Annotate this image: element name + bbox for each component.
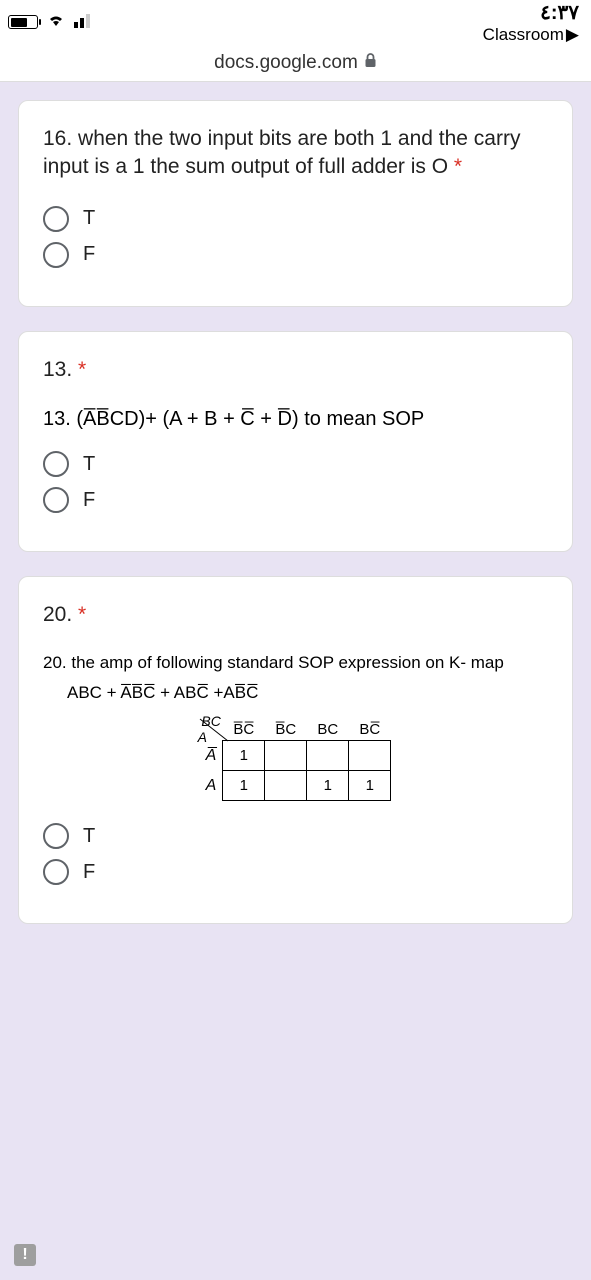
kmap-cell: 1	[223, 771, 265, 801]
kmap-cell: 1	[349, 771, 391, 801]
option-label: F	[83, 861, 95, 884]
kmap-cell: 1	[307, 771, 349, 801]
option-label: T	[83, 453, 95, 476]
error-badge-icon[interactable]: !	[14, 1244, 36, 1266]
required-star: *	[454, 155, 462, 178]
app-name-label: Classroom	[483, 25, 564, 45]
q13-expression: 13. (A̅B̅CD)+ (A + B + C̅ + D̅) to mean …	[43, 408, 548, 431]
question-title: 16. when the two input bits are both 1 a…	[43, 125, 548, 182]
kmap-cell	[349, 741, 391, 771]
kmap-cell	[265, 741, 307, 771]
question-card-16: 16. when the two input bits are both 1 a…	[18, 100, 573, 307]
required-star: *	[78, 358, 86, 381]
kmap-cell	[307, 741, 349, 771]
q20-title: 20.	[43, 603, 72, 626]
kmap-corner-a: A	[198, 729, 207, 745]
radio-icon	[43, 823, 69, 849]
status-right: ٤:٣٧ Classroom ▶	[483, 0, 579, 45]
q13-title: 13.	[43, 358, 72, 381]
radio-option-t[interactable]: T	[43, 206, 548, 232]
radio-icon	[43, 487, 69, 513]
radio-option-t[interactable]: T	[43, 823, 548, 849]
kmap-cell: 1	[223, 741, 265, 771]
required-star: *	[78, 603, 86, 626]
option-label: T	[83, 207, 95, 230]
question-title: 20. *	[43, 601, 548, 629]
back-to-app[interactable]: Classroom ▶	[483, 25, 579, 45]
kmap-cell	[265, 771, 307, 801]
signal-icon	[74, 12, 96, 33]
radio-option-f[interactable]: F	[43, 487, 548, 513]
radio-option-t[interactable]: T	[43, 451, 548, 477]
kmap-row-1: A	[200, 771, 223, 801]
status-bar: ٤:٣٧ Classroom ▶	[0, 0, 591, 44]
kmap-col-2: BC	[307, 719, 349, 741]
q20-text: 20. the amp of following standard SOP ex…	[43, 653, 548, 673]
kmap-row-0: A̅	[200, 741, 223, 771]
q16-text: 16. when the two input bits are both 1 a…	[43, 127, 520, 178]
wifi-icon	[46, 12, 66, 33]
lock-icon	[364, 52, 377, 74]
question-title: 13. *	[43, 356, 548, 384]
radio-option-f[interactable]: F	[43, 859, 548, 885]
play-icon: ▶	[566, 25, 579, 45]
option-label: T	[83, 825, 95, 848]
radio-icon	[43, 859, 69, 885]
form-content: 16. when the two input bits are both 1 a…	[0, 82, 591, 924]
clock: ٤:٣٧	[483, 0, 579, 25]
radio-option-f[interactable]: F	[43, 242, 548, 268]
url-text: docs.google.com	[214, 52, 358, 74]
url-bar[interactable]: docs.google.com	[0, 44, 591, 82]
radio-icon	[43, 451, 69, 477]
kmap-image: BC A B̅C̅ B̅C BC BC̅ A̅ 1	[43, 719, 548, 801]
question-card-13: 13. * 13. (A̅B̅CD)+ (A + B + C̅ + D̅) to…	[18, 331, 573, 552]
radio-icon	[43, 206, 69, 232]
kmap-col-1: B̅C	[265, 719, 307, 741]
option-label: F	[83, 243, 95, 266]
kmap-corner-bc: BC	[201, 713, 220, 729]
status-left	[8, 12, 96, 33]
battery-icon	[8, 15, 38, 29]
question-card-20: 20. * 20. the amp of following standard …	[18, 576, 573, 924]
kmap-col-3: BC̅	[349, 719, 391, 741]
radio-icon	[43, 242, 69, 268]
option-label: F	[83, 489, 95, 512]
q20-expression: ABC + A̅B̅C̅ + ABC̅ +AB̅C̅	[43, 683, 548, 703]
